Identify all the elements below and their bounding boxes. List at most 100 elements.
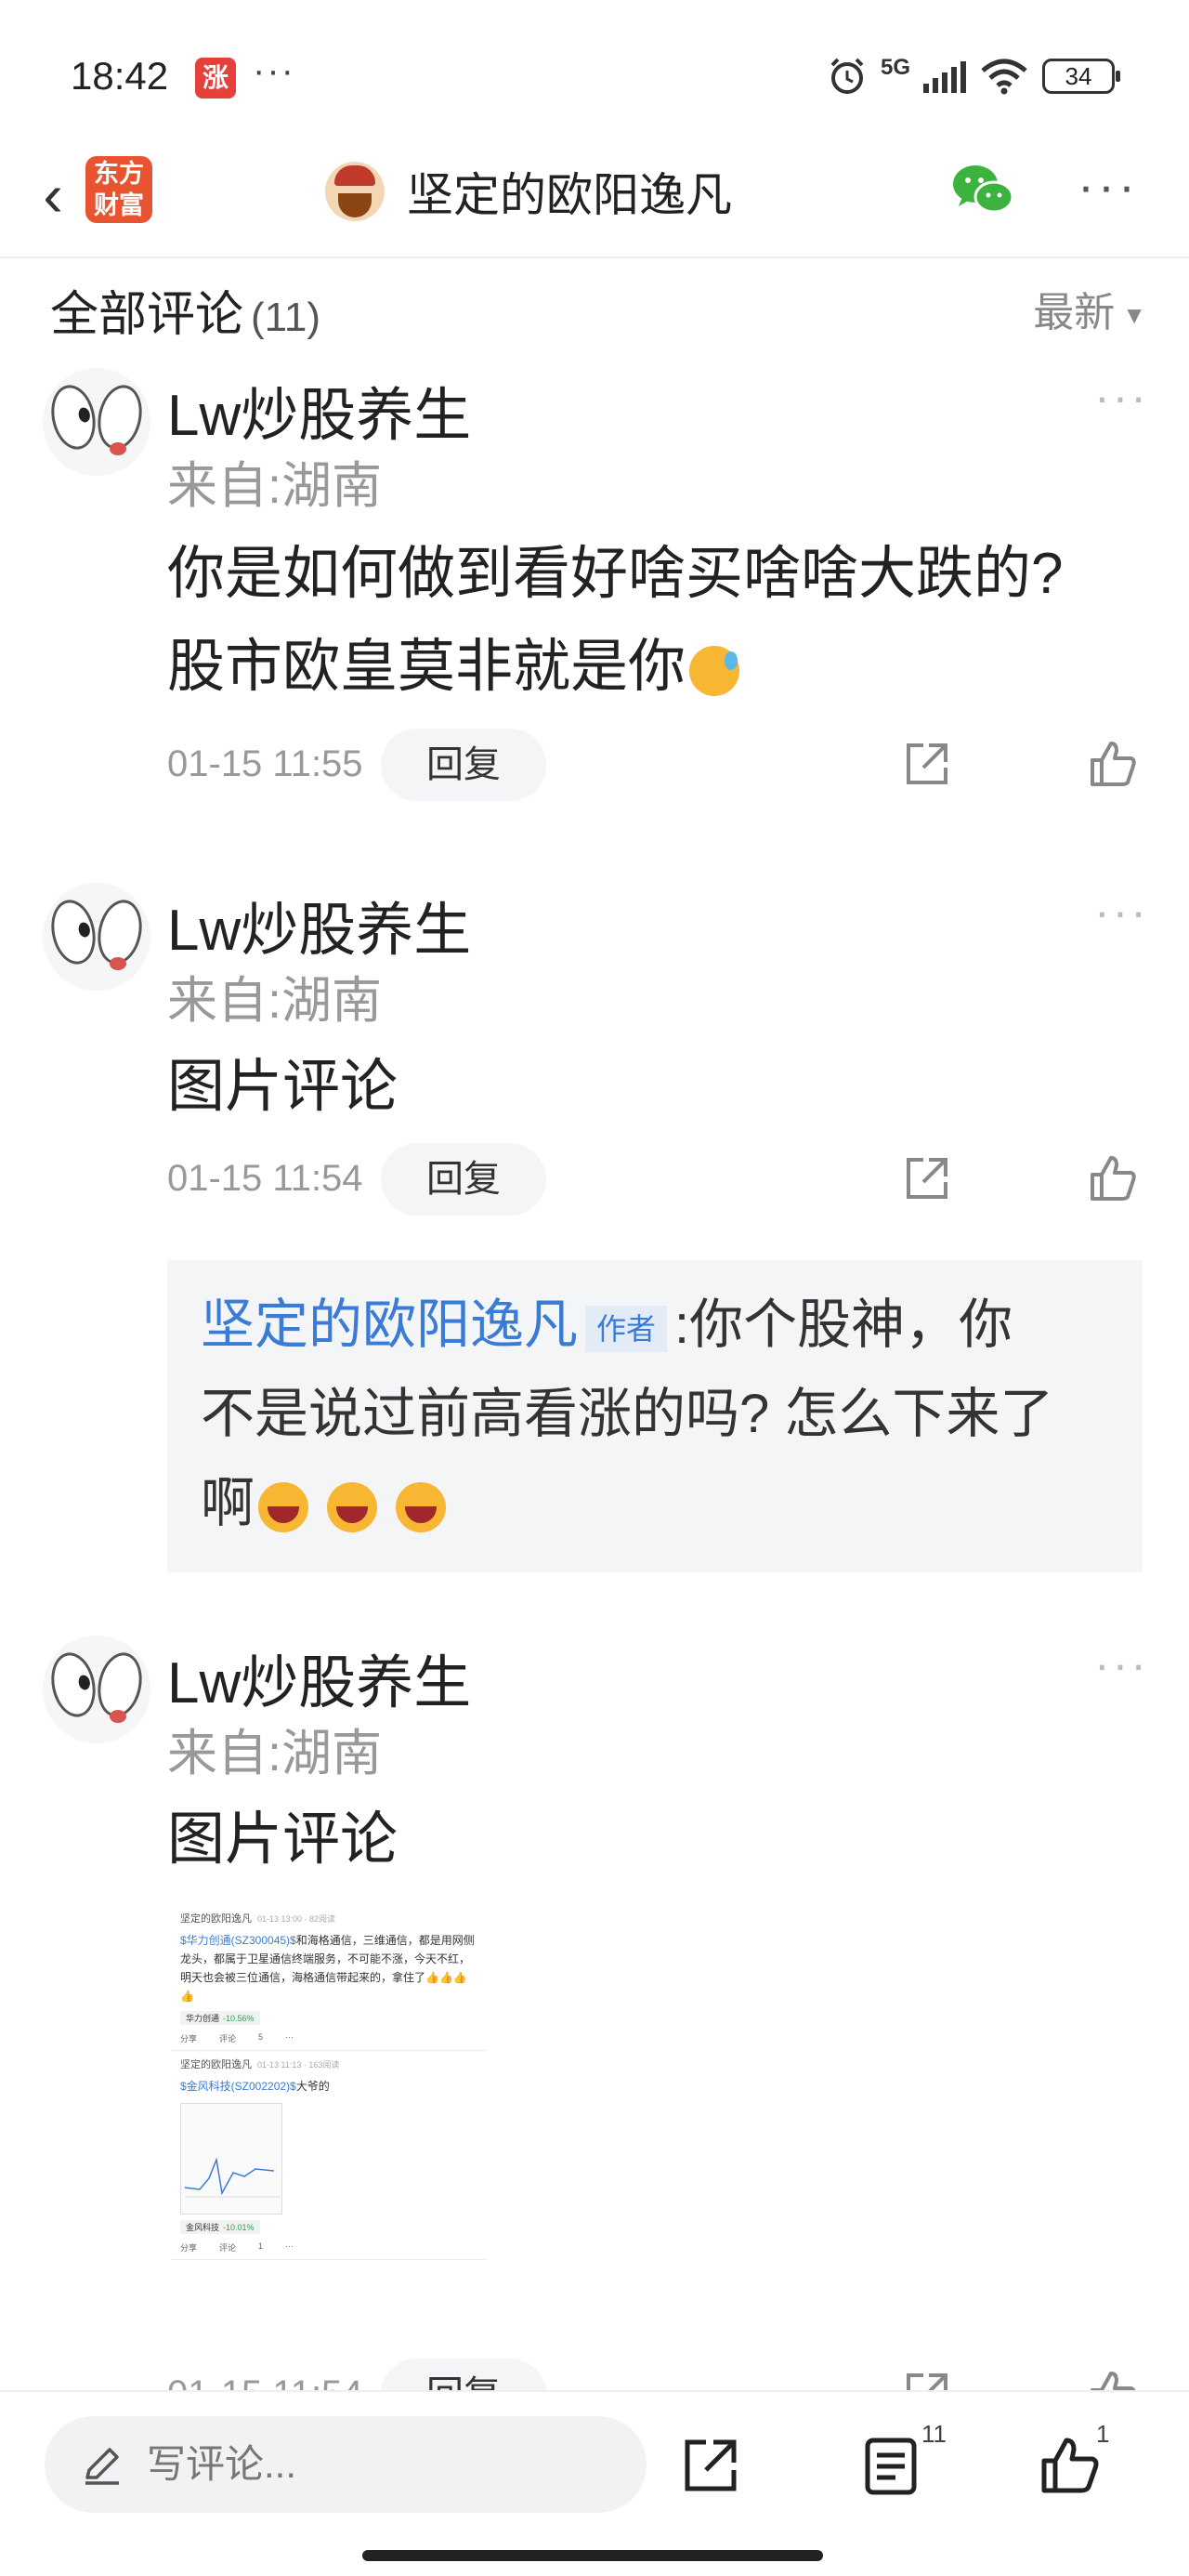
sweat-emoji-icon: [689, 645, 740, 696]
share-icon[interactable]: [678, 2433, 743, 2498]
reply-separator: :: [674, 1295, 690, 1355]
comment-author[interactable]: Lw炒股养生: [167, 368, 471, 452]
image-more: ···: [285, 2241, 294, 2251]
sort-label: 最新: [1033, 290, 1116, 335]
image-comment-label: 评论: [219, 2034, 237, 2044]
write-comment-input[interactable]: 写评论...: [45, 2416, 647, 2513]
comment-text-line: 股市欧皇莫非就是你: [167, 635, 686, 699]
image-share-label: 分享: [180, 2243, 198, 2253]
stock-tag: 华力创通 -10.56%: [180, 2011, 260, 2025]
reply-author[interactable]: 坚定的欧阳逸凡: [201, 1295, 578, 1355]
comment-count-badge: 11: [921, 2420, 947, 2448]
image-comment-label: 评论: [219, 2243, 237, 2253]
share-icon[interactable]: [901, 738, 953, 790]
avatar[interactable]: [43, 1636, 150, 1743]
comments-header: 全部评论 (11) 最新 ▼: [50, 275, 1146, 349]
avatar-eye: [46, 1648, 101, 1722]
reply-text-c: 啊: [201, 1473, 255, 1533]
stock-tag: 金风科技 -10.01%: [180, 2220, 260, 2234]
avatar-mouth: [110, 442, 126, 455]
thumbs-up-icon[interactable]: [1037, 2433, 1102, 2498]
author-badge: 作者: [585, 1305, 668, 1352]
wechat-share-icon[interactable]: [949, 160, 1016, 219]
comment-more-button[interactable]: ···: [1094, 370, 1149, 424]
avatar[interactable]: [43, 883, 150, 991]
comment-actions: 01-15 11:54 回复: [167, 1143, 1152, 1217]
image-post-text: 大爷的: [295, 2080, 330, 2093]
reply-button[interactable]: 回复: [381, 1143, 546, 1216]
status-time: 18:42: [71, 54, 169, 98]
stock-chart-thumbnail: [180, 2103, 282, 2215]
app-notification-icon: 涨: [195, 58, 236, 99]
comments-count: (11): [251, 295, 320, 340]
thumbs-up-icon[interactable]: [1087, 1152, 1139, 1204]
comment-location: 来自:湖南: [167, 458, 383, 514]
alarm-icon: [830, 58, 864, 94]
comment-more-button[interactable]: ···: [1094, 1637, 1149, 1691]
write-comment-placeholder: 写评论...: [147, 2442, 297, 2486]
reply-quote[interactable]: 坚定的欧阳逸凡 作者:你个股神，你 不是说过前高看涨的吗? 怎么下来了 啊: [167, 1260, 1143, 1572]
avatar-mouth: [110, 1710, 126, 1723]
image-likes: 5: [258, 2032, 264, 2042]
comment-time: 01-15 11:55: [167, 743, 363, 784]
image-post: 坚定的欧阳逸凡 01-13 13:00 · 82阅读 $华力创通(SZ300045…: [171, 1905, 487, 2051]
comment-more-button[interactable]: ···: [1094, 885, 1149, 939]
image-post-author: 坚定的欧阳逸凡 01-13 13:00 · 82阅读: [180, 1911, 477, 1925]
chevron-down-icon: ▼: [1122, 300, 1146, 329]
sort-dropdown[interactable]: 最新 ▼: [1033, 279, 1146, 338]
avatar-mouth: [110, 957, 126, 970]
like-count-badge: 1: [1096, 2420, 1110, 2448]
logo-line-1: 东方: [94, 160, 144, 188]
comment-list-icon[interactable]: [858, 2433, 923, 2498]
image-post-actions: 分享 评论 1 ···: [180, 2241, 477, 2254]
stock-name: 华力创通: [186, 2014, 220, 2023]
comment-time: 01-15 11:54: [167, 1158, 363, 1199]
thumbs-up-icon[interactable]: [1087, 738, 1139, 790]
comment-text: 你是如何做到看好啥买啥啥大跌的? 股市欧皇莫非就是你: [167, 528, 1152, 714]
reply-button[interactable]: 回复: [381, 729, 546, 801]
battery-icon: 34: [1042, 59, 1120, 94]
network-type: 5G: [880, 55, 910, 80]
comment-text-line: 你是如何做到看好啥买啥啥大跌的?: [167, 542, 1064, 606]
avatar[interactable]: [43, 368, 150, 476]
stock-change: -10.01%: [223, 2223, 255, 2232]
more-notifications-icon: ···: [253, 50, 295, 91]
comment-text: 图片评论: [167, 1055, 399, 1119]
image-post-meta: 01-13 13:00 · 82阅读: [257, 1914, 336, 1924]
stock-link: $金风科技(SZ002202)$: [180, 2080, 296, 2093]
reply-text: 坚定的欧阳逸凡 作者:你个股神，你 不是说过前高看涨的吗? 怎么下来了 啊: [201, 1281, 1109, 1548]
author-avatar: [325, 162, 385, 221]
stock-link: $华力创通(SZ300045)$: [180, 1934, 296, 1947]
image-more: ···: [285, 2032, 294, 2042]
logo-line-2: 财富: [94, 191, 144, 219]
wifi-icon: [981, 59, 1027, 95]
comment-location: 来自:湖南: [167, 1726, 383, 1781]
home-indicator[interactable]: [362, 2550, 823, 2561]
image-post: 坚定的欧阳逸凡 01-13 11:13 · 163阅读 $金风科技(SZ00220…: [171, 2051, 487, 2260]
image-post-body: $华力创通(SZ300045)$和海格通信，三维通信，都是用网侧龙头，都属于卫星…: [180, 1931, 477, 2005]
comment-author[interactable]: Lw炒股养生: [167, 1636, 471, 1719]
comments-title: 全部评论: [50, 288, 244, 342]
comment-actions: 01-15 11:55 回复: [167, 729, 1152, 803]
stock-name: 金风科技: [186, 2223, 220, 2232]
status-icons: 5G 34: [827, 55, 1120, 97]
stock-change: -10.56%: [223, 2014, 255, 2023]
stock-chart-line: [184, 2157, 280, 2198]
header-user[interactable]: 坚定的欧阳逸凡: [325, 158, 732, 225]
pencil-icon: [85, 2448, 119, 2485]
more-options-button[interactable]: ···: [1078, 161, 1139, 211]
bottom-action-bar: 写评论... 11 1: [0, 2390, 1189, 2576]
image-post-author: 坚定的欧阳逸凡 01-13 11:13 · 163阅读: [180, 2057, 477, 2071]
comment-image[interactable]: 坚定的欧阳逸凡 01-13 13:00 · 82阅读 $华力创通(SZ300045…: [171, 1905, 487, 2342]
signal-icon: [923, 59, 966, 93]
comment-location: 来自:湖南: [167, 973, 383, 1029]
image-likes: 1: [258, 2241, 264, 2251]
share-icon[interactable]: [901, 1152, 953, 1204]
reply-text-b: 不是说过前高看涨的吗? 怎么下来了: [201, 1384, 1054, 1444]
image-post-author-name: 坚定的欧阳逸凡: [180, 2059, 252, 2070]
page-title: 坚定的欧阳逸凡: [407, 169, 732, 221]
back-button[interactable]: ‹: [20, 158, 85, 232]
app-logo[interactable]: 东方 财富: [85, 156, 152, 223]
comment-author[interactable]: Lw炒股养生: [167, 883, 471, 966]
image-post-meta: 01-13 11:13 · 163阅读: [257, 2060, 340, 2070]
